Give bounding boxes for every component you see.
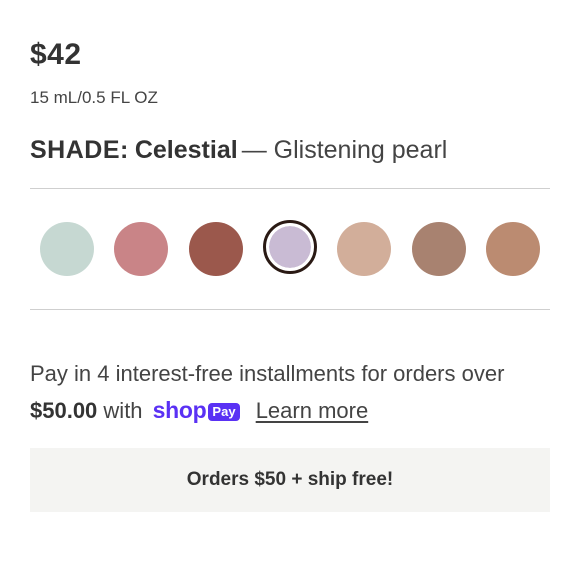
shade-name: Celestial: [134, 136, 238, 164]
shop-pay-logo: shop Pay: [153, 392, 240, 429]
shade-description: — Glistening pearl: [241, 136, 448, 164]
product-size: 15 mL/0.5 FL OZ: [30, 88, 158, 107]
shade-swatches: [40, 220, 540, 276]
shade-swatch[interactable]: [40, 222, 94, 276]
shade-swatch[interactable]: [189, 222, 243, 276]
shop-pay-badge: Pay: [208, 403, 240, 421]
shade-swatch[interactable]: [114, 222, 168, 276]
shop-pay-wordmark: shop: [152, 397, 207, 423]
installments-threshold: $50.00: [30, 398, 98, 423]
installments-message: Pay in 4 interest-free installments for …: [30, 355, 560, 429]
shade-swatch[interactable]: [412, 222, 466, 276]
product-price: $42: [30, 38, 82, 71]
learn-more-link[interactable]: Learn more: [256, 398, 369, 423]
shade-swatch-selected[interactable]: [263, 220, 317, 274]
shade-swatch[interactable]: [337, 222, 391, 276]
installments-with: with: [103, 398, 143, 423]
shade-heading: SHADE: Celestial — Glistening pearl: [30, 136, 447, 165]
divider-top: [30, 188, 550, 189]
installments-text: Pay in 4 interest-free installments for …: [30, 361, 505, 386]
shade-swatch[interactable]: [486, 222, 540, 276]
shade-label: SHADE:: [30, 136, 129, 164]
free-shipping-banner: Orders $50 + ship free!: [30, 448, 550, 512]
divider-bottom: [30, 309, 550, 310]
